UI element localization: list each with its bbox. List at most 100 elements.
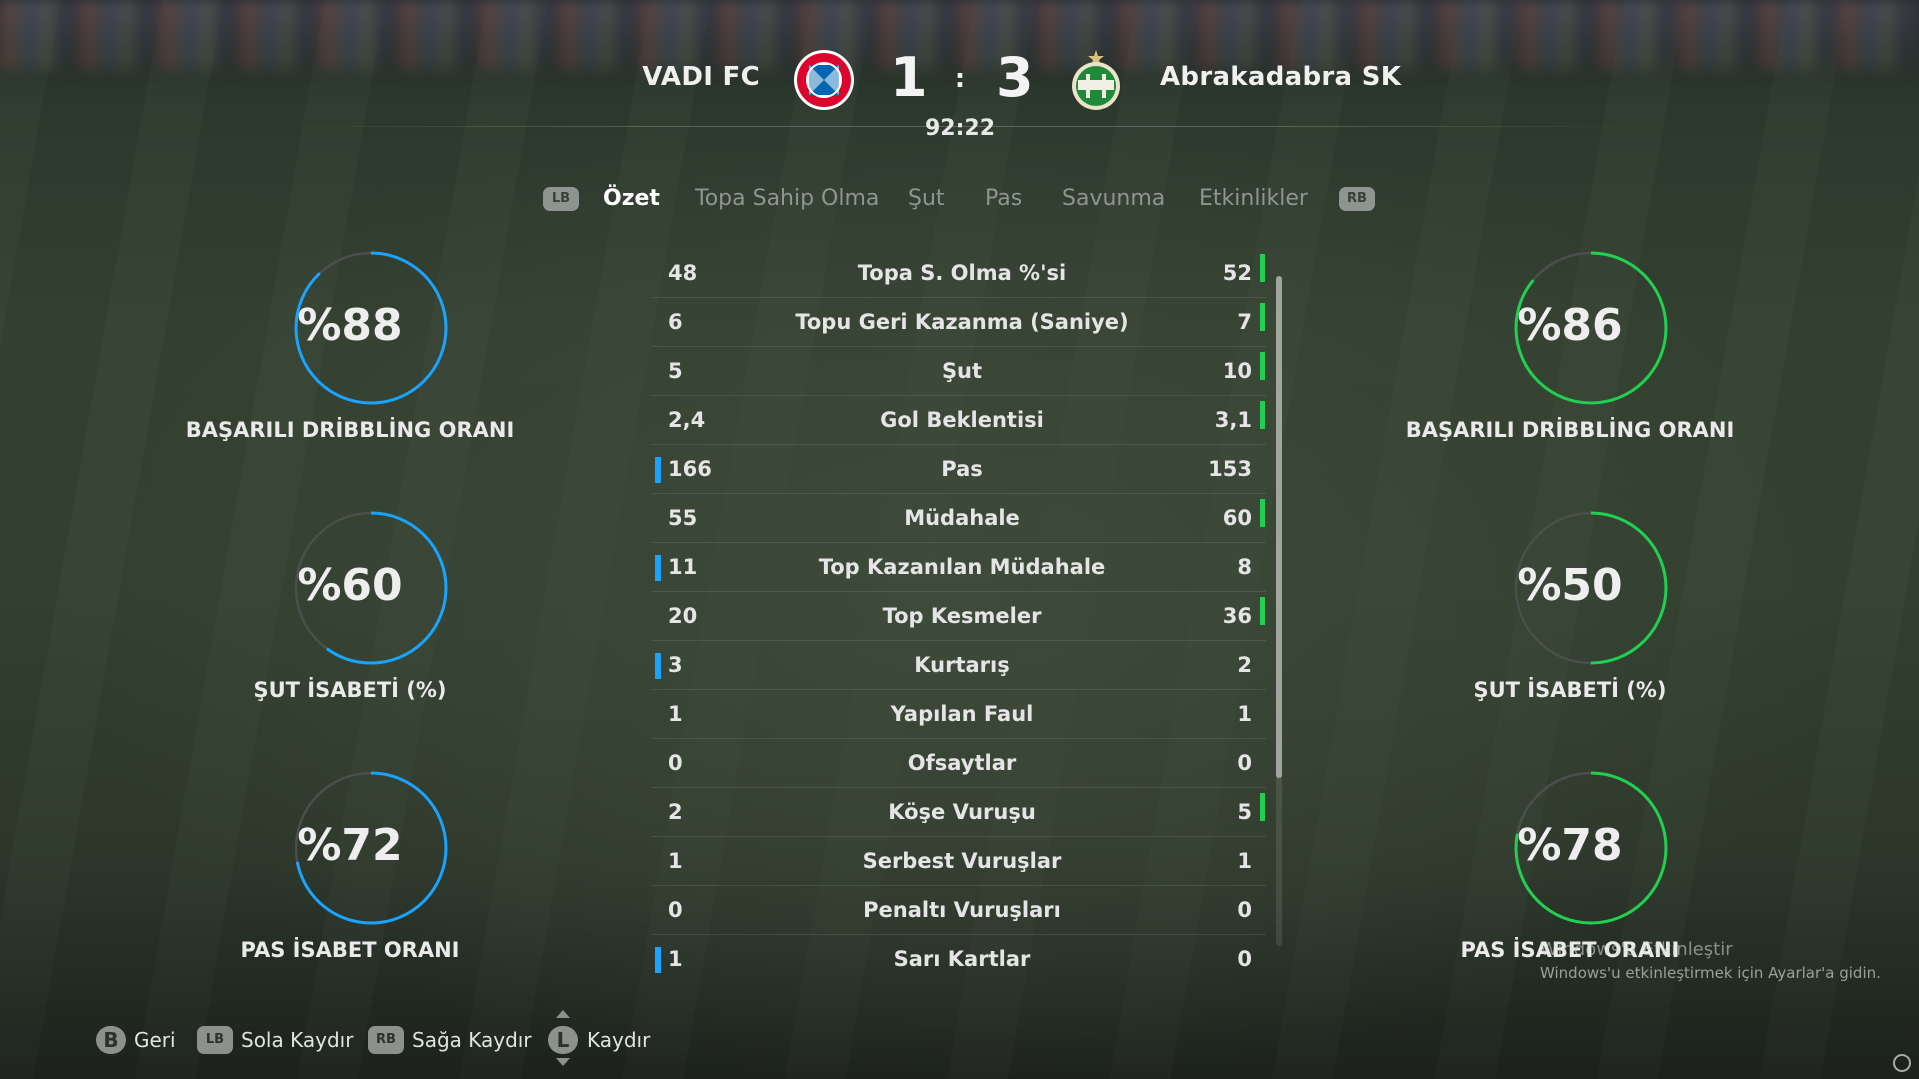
stat-away-value: 3,1 bbox=[1214, 408, 1252, 432]
stat-away-value: 36 bbox=[1222, 604, 1252, 628]
away-dribble-ring: %86 BAŞARILI DRİBBLİNG ORANI bbox=[1400, 250, 1740, 470]
stat-label: Top Kesmeler bbox=[882, 604, 1042, 628]
stat-label: Yapılan Faul bbox=[890, 702, 1034, 726]
away-pass-value: %78 bbox=[1517, 820, 1623, 871]
stat-home-value: 48 bbox=[668, 261, 698, 285]
stat-home-value: 3 bbox=[668, 653, 683, 677]
stat-row: 48 Topa S. Olma %'si 52 bbox=[652, 249, 1266, 298]
tab-savunma[interactable]: Savunma bbox=[1062, 186, 1165, 211]
away-leader-bar bbox=[1260, 303, 1265, 331]
activation-watermark-subtitle: Windows'u etkinleştirmek için Ayarlar'a … bbox=[1540, 964, 1881, 982]
stat-away-value: 8 bbox=[1237, 555, 1252, 579]
stat-away-value: 52 bbox=[1222, 261, 1252, 285]
home-dribble-ring: %88 BAŞARILI DRİBBLİNG ORANI bbox=[180, 250, 520, 470]
scroll-left-label[interactable]: Sola Kaydır bbox=[241, 1028, 353, 1052]
stat-row: 55 Müdahale 60 bbox=[652, 494, 1266, 543]
stat-label: Penaltı Vuruşları bbox=[863, 898, 1061, 922]
away-leader-bar bbox=[1260, 597, 1265, 625]
stat-label: Şut bbox=[941, 359, 983, 383]
stat-away-value: 10 bbox=[1222, 359, 1252, 383]
stat-away-value: 1 bbox=[1237, 849, 1252, 873]
stat-label: Serbest Vuruşlar bbox=[862, 849, 1062, 873]
controls-footer: B Geri LB Sola Kaydır RB Sağa Kaydır L K… bbox=[0, 1010, 1919, 1066]
b-button-icon[interactable]: B bbox=[96, 1026, 126, 1054]
back-label[interactable]: Geri bbox=[134, 1028, 176, 1052]
away-team-name: Abrakadabra SK bbox=[1160, 62, 1402, 92]
away-score: 3 bbox=[996, 46, 1034, 109]
stats-table[interactable]: 48 Topa S. Olma %'si 52 6 Topu Geri Kazanma… bbox=[652, 249, 1266, 984]
stat-home-value: 20 bbox=[668, 604, 698, 628]
away-leader-bar bbox=[1260, 352, 1265, 380]
stat-row: 1 Yapılan Faul 1 bbox=[652, 690, 1266, 739]
home-pass-accuracy-ring: %72 PAS İSABET ORANI bbox=[180, 770, 520, 990]
stat-label: Ofsaytlar bbox=[907, 751, 1017, 775]
stat-away-value: 153 bbox=[1208, 457, 1252, 481]
home-leader-bar bbox=[655, 653, 661, 679]
down-arrow-icon bbox=[556, 1058, 570, 1066]
tab-topa-sahip-olma[interactable]: Topa Sahip Olma bbox=[695, 186, 879, 211]
stat-home-value: 1 bbox=[668, 702, 683, 726]
settings-icon[interactable] bbox=[1893, 1054, 1911, 1072]
away-shot-label: ŞUT İSABETİ (%) bbox=[1473, 678, 1667, 702]
stat-row: 20 Top Kesmeler 36 bbox=[652, 592, 1266, 641]
stat-label: Topa S. Olma %'si bbox=[857, 261, 1067, 285]
stat-row: 3 Kurtarış 2 bbox=[652, 641, 1266, 690]
tab-etkinlikler[interactable]: Etkinlikler bbox=[1199, 186, 1308, 211]
away-leader-bar bbox=[1260, 254, 1265, 282]
stats-tab-bar: LB Özet Topa Sahip Olma Şut Pas Savunma … bbox=[0, 180, 1919, 220]
stats-scrollbar-thumb[interactable] bbox=[1276, 276, 1282, 778]
lb-bumper-icon[interactable]: LB bbox=[543, 187, 579, 211]
stat-row: 2,4 Gol Beklentisi 3,1 bbox=[652, 396, 1266, 445]
scroll-right-label[interactable]: Sağa Kaydır bbox=[412, 1028, 532, 1052]
l-stick-icon[interactable]: L bbox=[548, 1026, 578, 1054]
stat-home-value: 166 bbox=[668, 457, 712, 481]
stats-scrollbar[interactable] bbox=[1276, 276, 1282, 946]
away-dribble-value: %86 bbox=[1517, 300, 1623, 351]
home-pass-value: %72 bbox=[297, 820, 403, 871]
stat-home-value: 0 bbox=[668, 898, 683, 922]
stat-row: 0 Ofsaytlar 0 bbox=[652, 739, 1266, 788]
stat-label: Top Kazanılan Müdahale bbox=[818, 555, 1106, 579]
stat-row: 1 Serbest Vuruşlar 1 bbox=[652, 837, 1266, 886]
stat-label: Gol Beklentisi bbox=[880, 408, 1044, 432]
score-separator: : bbox=[954, 64, 966, 94]
home-shot-value: %60 bbox=[297, 560, 403, 611]
tab-ozet[interactable]: Özet bbox=[603, 186, 660, 211]
stat-row: 6 Topu Geri Kazanma (Saniye) 7 bbox=[652, 298, 1266, 347]
stat-label: Topu Geri Kazanma (Saniye) bbox=[795, 310, 1129, 334]
rb-button-icon[interactable]: RB bbox=[368, 1026, 404, 1054]
stat-home-value: 11 bbox=[668, 555, 698, 579]
stat-home-value: 0 bbox=[668, 751, 683, 775]
stat-row: 1 Sarı Kartlar 0 bbox=[652, 935, 1266, 984]
stat-row: 0 Penaltı Vuruşları 0 bbox=[652, 886, 1266, 935]
away-dribble-label: BAŞARILI DRİBBLİNG ORANI bbox=[1405, 418, 1735, 442]
rb-bumper-icon[interactable]: RB bbox=[1339, 187, 1375, 211]
home-dribble-label: BAŞARILI DRİBBLİNG ORANI bbox=[185, 418, 515, 442]
stat-label: Kurtarış bbox=[914, 653, 1010, 677]
home-shot-accuracy-ring: %60 ŞUT İSABETİ (%) bbox=[180, 510, 520, 730]
stat-row: 166 Pas 153 bbox=[652, 445, 1266, 494]
home-leader-bar bbox=[655, 457, 661, 483]
scroll-label[interactable]: Kaydır bbox=[587, 1028, 650, 1052]
away-shot-value: %50 bbox=[1517, 560, 1623, 611]
lb-button-icon[interactable]: LB bbox=[197, 1026, 233, 1054]
home-score: 1 bbox=[890, 46, 928, 109]
up-arrow-icon bbox=[556, 1010, 570, 1018]
tab-pas[interactable]: Pas bbox=[985, 186, 1022, 211]
stat-away-value: 7 bbox=[1237, 310, 1252, 334]
away-leader-bar bbox=[1260, 401, 1265, 429]
home-leader-bar bbox=[655, 555, 661, 581]
ferencvaros-crest-icon bbox=[1072, 50, 1120, 110]
stat-home-value: 1 bbox=[668, 849, 683, 873]
stat-away-value: 0 bbox=[1237, 898, 1252, 922]
stat-home-value: 2,4 bbox=[668, 408, 706, 432]
stat-home-value: 5 bbox=[668, 359, 683, 383]
match-clock: 92:22 bbox=[924, 116, 996, 141]
home-leader-bar bbox=[655, 947, 661, 973]
match-header: VADI FC 1 : 3 Abrakadabra SK 92:22 bbox=[0, 40, 1919, 141]
stat-row: 2 Köşe Vuruşu 5 bbox=[652, 788, 1266, 837]
tab-sut[interactable]: Şut bbox=[908, 186, 945, 211]
stat-away-value: 60 bbox=[1222, 506, 1252, 530]
stat-row: 5 Şut 10 bbox=[652, 347, 1266, 396]
stat-row: 11 Top Kazanılan Müdahale 8 bbox=[652, 543, 1266, 592]
